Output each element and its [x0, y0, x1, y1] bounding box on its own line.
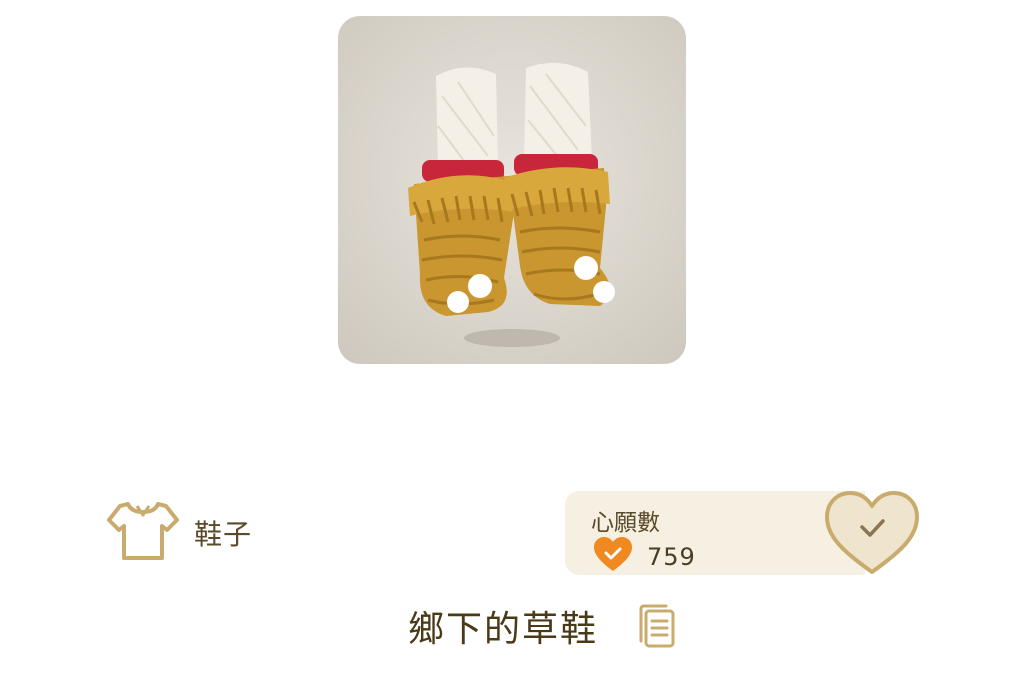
- document-icon: [639, 604, 675, 648]
- wishlist-count-row: 759: [593, 537, 696, 577]
- category-label: 鞋子: [194, 518, 253, 551]
- heart-check-icon: [825, 491, 919, 574]
- wishlist-panel: 心願數 759: [565, 491, 865, 575]
- item-name: 鄉下的草鞋: [407, 609, 598, 650]
- straw-boots-illustration: [408, 62, 615, 347]
- wishlist-title: 心願數: [591, 510, 660, 536]
- item-title-row: 鄉下的草鞋: [0, 600, 1024, 652]
- shirt-icon: [106, 498, 180, 568]
- orange-heart-check-icon: [593, 537, 633, 577]
- add-to-wishlist-button[interactable]: [822, 488, 922, 578]
- item-image: [338, 16, 686, 364]
- item-category: 鞋子: [106, 500, 252, 566]
- item-detail-page: 鞋子 心願數 759 鄉下的草鞋: [0, 0, 1024, 682]
- item-details-button[interactable]: [638, 603, 676, 649]
- wishlist-count: 759: [647, 543, 696, 571]
